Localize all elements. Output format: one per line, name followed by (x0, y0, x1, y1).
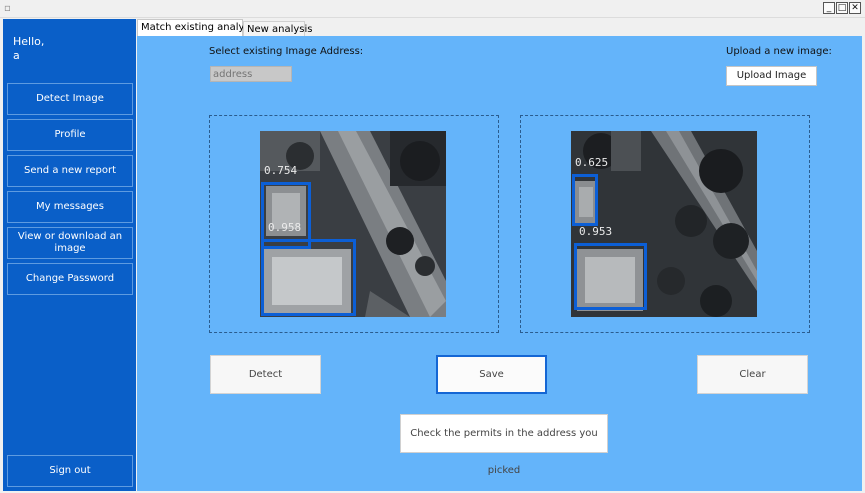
greeting-text: Hello, (13, 35, 45, 48)
tab-new-analysis[interactable]: New analysis (243, 21, 312, 36)
maximize-icon[interactable]: □ (836, 2, 848, 14)
window-titlebar: ▫ _ □ ✕ (0, 0, 865, 18)
tab-match-existing-analysis[interactable]: Match existing analysis (137, 19, 258, 36)
window-controls: _ □ ✕ (823, 2, 861, 14)
right-image-frame: 0.625 0.953 (520, 115, 810, 333)
left-detection-box-2 (261, 239, 356, 316)
right-detection-box-2 (574, 243, 647, 310)
detect-button[interactable]: Detect (210, 355, 321, 394)
username: a (13, 49, 20, 62)
sidebar-item-my-messages[interactable]: My messages (7, 191, 133, 223)
sidebar: Hello, a Detect Image Profile Send a new… (3, 19, 136, 491)
right-aerial-image: 0.625 0.953 (571, 131, 757, 317)
left-image-frame: 0.754 0.958 (209, 115, 499, 333)
select-address-label: Select existing Image Address: (209, 46, 364, 57)
sidebar-item-profile[interactable]: Profile (7, 119, 133, 151)
sidebar-item-send-report[interactable]: Send a new report (7, 155, 133, 187)
app-icon: ▫ (4, 3, 11, 14)
sidebar-item-view-download[interactable]: View or download an image (7, 227, 133, 259)
sign-out-button[interactable]: Sign out (7, 455, 133, 487)
sidebar-item-change-password[interactable]: Change Password (7, 263, 133, 295)
main-panel: Select existing Image Address: Upload a … (137, 36, 862, 491)
greeting: Hello, a (13, 35, 44, 63)
left-detection-score-2: 0.958 (268, 221, 302, 234)
save-button[interactable]: Save (436, 355, 547, 394)
address-input[interactable] (210, 66, 292, 82)
close-icon[interactable]: ✕ (849, 2, 861, 14)
check-permits-button[interactable]: Check the permits in the address you pic… (400, 414, 608, 476)
right-detection-score-1: 0.625 (575, 156, 609, 169)
right-detection-box-1 (572, 174, 598, 226)
left-detection-score-1: 0.754 (264, 164, 298, 177)
left-aerial-image: 0.754 0.958 (260, 131, 446, 317)
right-detection-score-2: 0.953 (579, 225, 613, 238)
upload-image-button[interactable]: Upload Image (726, 66, 817, 86)
upload-label: Upload a new image: (726, 46, 832, 57)
clear-button[interactable]: Clear (697, 355, 808, 394)
minimize-icon[interactable]: _ (823, 2, 835, 14)
sidebar-item-detect-image[interactable]: Detect Image (7, 83, 133, 115)
